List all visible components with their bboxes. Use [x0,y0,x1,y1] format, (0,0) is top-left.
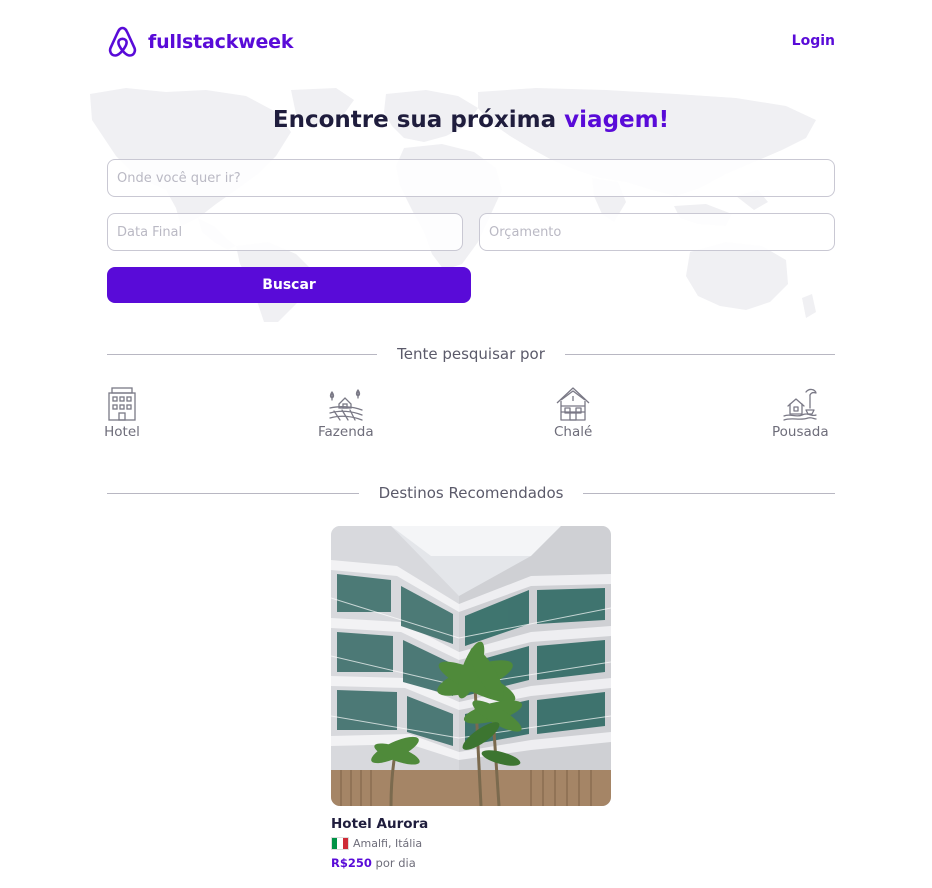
hero-title: Encontre sua próxima viagem! [107,107,835,133]
hero-title-accent: viagem! [564,107,670,133]
trip-price: R$250 por dia [331,856,611,870]
category-chalet[interactable]: Chalé [554,386,592,440]
brand-logo[interactable]: fullstackweek [107,25,293,59]
destination-input[interactable] [107,159,835,197]
quick-search-divider: Tente pesquisar por [107,344,836,364]
category-hotel[interactable]: Hotel [104,386,140,440]
hero-title-prefix: Encontre sua próxima [272,107,557,133]
category-label: Fazenda [318,424,374,440]
farm-icon [329,389,363,421]
recommended-title: Destinos Recomendados [378,484,564,502]
divider-line [583,492,836,494]
italy-flag-icon [331,837,349,850]
divider-line [564,353,836,355]
trip-image [331,526,611,806]
search-button[interactable]: Buscar [107,267,471,303]
divider-line [107,492,359,494]
trip-price-value: R$250 [331,856,372,870]
trip-location-text: Amalfi, Itália [353,837,423,850]
trip-location: Amalfi, Itália [331,837,611,850]
trip-card[interactable]: Hotel Aurora Amalfi, Itália R$250 por di… [331,526,611,870]
recommended-divider: Destinos Recomendados [107,483,836,503]
end-date-input[interactable] [107,213,463,251]
chalet-icon [556,387,590,421]
brand-name: fullstackweek [148,31,294,53]
login-button[interactable]: Login [792,33,835,49]
category-inn[interactable]: Pousada [772,386,829,440]
airbnb-logo-icon [107,25,138,59]
category-label: Pousada [772,424,829,440]
inn-icon [783,388,817,421]
hotel-icon [108,387,136,421]
divider-line [107,353,378,355]
header: fullstackweek Login [107,22,835,62]
category-label: Hotel [104,424,140,440]
category-farm[interactable]: Fazenda [318,386,374,440]
budget-input[interactable] [479,213,835,251]
trip-name: Hotel Aurora [331,816,429,832]
quick-search-title: Tente pesquisar por [397,345,545,363]
category-label: Chalé [554,424,593,440]
trip-price-suffix: por dia [375,856,416,870]
